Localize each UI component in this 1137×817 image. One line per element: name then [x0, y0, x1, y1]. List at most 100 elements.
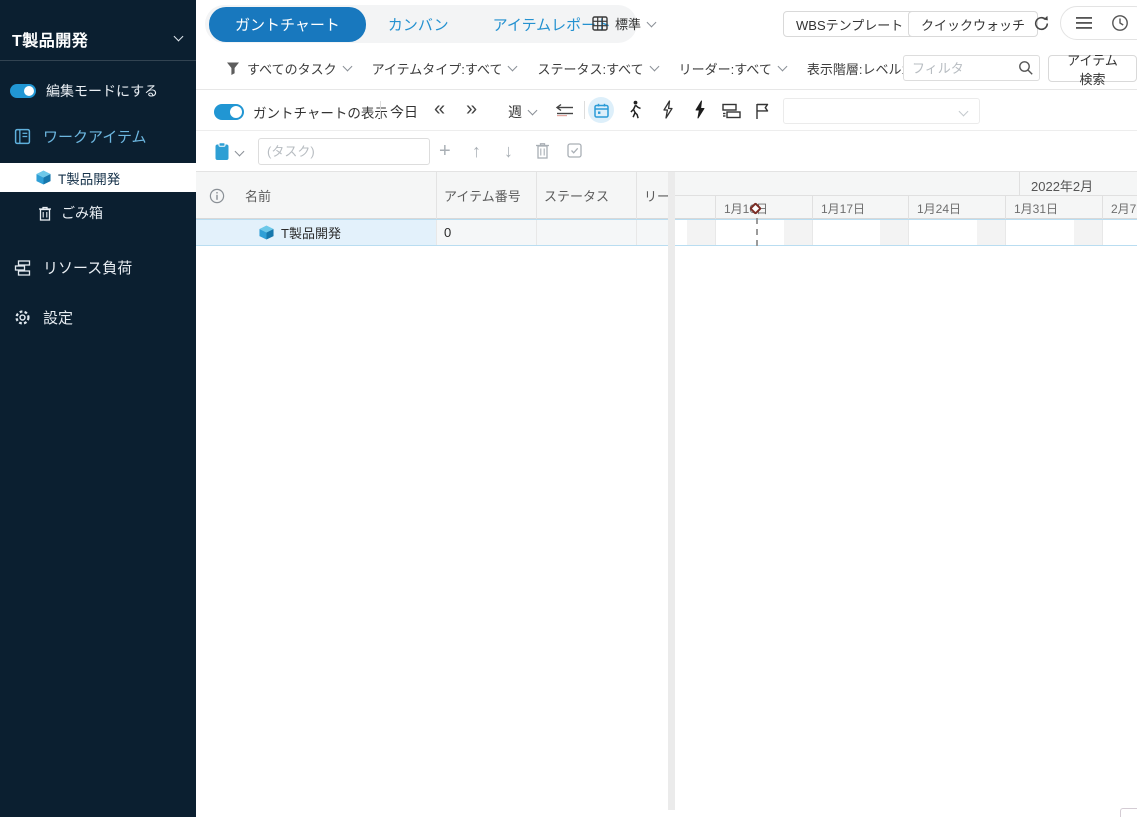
delete-item-icon[interactable]	[535, 142, 550, 159]
table-row[interactable]: T製品開発 0	[196, 219, 1137, 246]
weekend-stripe	[880, 220, 908, 245]
row-status-cell[interactable]	[536, 220, 636, 245]
week-gridline	[715, 220, 716, 245]
info-icon	[209, 188, 225, 204]
leader-dropdown[interactable]: リーダー:すべて	[679, 59, 786, 78]
multi-select-checkbox-icon[interactable]	[567, 143, 582, 158]
cell-divider	[536, 220, 537, 245]
cube-icon	[36, 170, 51, 185]
toggle-switch[interactable]	[10, 84, 36, 98]
chevron-down-icon	[528, 106, 538, 116]
tab-kanban[interactable]: カンバン	[366, 7, 471, 42]
column-divider	[536, 172, 537, 219]
view-preset-selector[interactable]: 標準	[592, 14, 655, 33]
week-label: 2月7日	[1111, 200, 1137, 217]
add-item-icon[interactable]: +	[439, 141, 451, 161]
main-area: ガントチャート カンバン アイテムレポート 標準 WBSテンプレート クイックウ…	[196, 0, 1137, 817]
week-gridline	[1005, 220, 1006, 245]
move-down-icon[interactable]: ↓	[504, 142, 513, 160]
scroll-corner	[1120, 808, 1137, 817]
week-divider	[1102, 196, 1103, 219]
gantt-row-band[interactable]	[673, 220, 1137, 245]
table-gantt-splitter[interactable]	[668, 172, 675, 810]
cube-icon	[259, 225, 274, 240]
menu-icon[interactable]	[1075, 16, 1093, 30]
item-search-button[interactable]: アイテム検索	[1048, 55, 1137, 82]
row-name-cell[interactable]: T製品開発	[196, 220, 436, 245]
weekend-stripe	[687, 220, 715, 245]
display-level-label: 表示階層:レベル1	[807, 59, 909, 78]
refresh-icon[interactable]	[1032, 14, 1051, 33]
info-column-header	[196, 172, 237, 219]
settings-label: 設定	[43, 307, 73, 328]
row-leader-cell[interactable]	[636, 220, 668, 245]
edit-mode-label: 編集モードにする	[46, 81, 158, 101]
tab-gantt-chart[interactable]: ガントチャート	[209, 7, 366, 42]
top-bar: ガントチャート カンバン アイテムレポート 標準 WBSテンプレート クイックウ…	[196, 0, 1137, 47]
item-type-clipboard-icon[interactable]	[214, 142, 230, 161]
week-divider	[908, 196, 909, 219]
sidebar-item-work-items[interactable]: ワークアイテム	[14, 126, 147, 147]
search-icon[interactable]	[1018, 60, 1034, 76]
project-title: T製品開発	[12, 27, 88, 51]
gear-icon	[14, 309, 31, 326]
time-unit-dropdown[interactable]: 週	[508, 102, 536, 122]
bolt-outline-icon[interactable]	[657, 99, 679, 121]
row-name-text: T製品開発	[281, 223, 341, 242]
chevron-down-icon[interactable]	[174, 32, 184, 42]
chevron-down-icon[interactable]	[235, 147, 245, 157]
week-divider	[1005, 196, 1006, 219]
history-clock-icon[interactable]	[1111, 14, 1129, 32]
show-gantt-toggle[interactable]: ガントチャートの表示	[214, 102, 388, 122]
outline-level-icon[interactable]	[554, 100, 576, 122]
bolt-filled-icon[interactable]	[689, 99, 711, 121]
show-gantt-label: ガントチャートの表示	[253, 102, 388, 122]
view-tabs: ガントチャート カンバン アイテムレポート	[205, 5, 637, 43]
week-gridline	[908, 220, 909, 245]
move-up-icon[interactable]: ↑	[472, 142, 481, 160]
sidebar-project-label: T製品開発	[58, 168, 120, 188]
chevron-down-icon	[649, 62, 659, 72]
cell-divider	[436, 220, 437, 245]
quick-watch-button[interactable]: クイックウォッチ	[908, 11, 1038, 37]
toggle-switch[interactable]	[214, 104, 244, 120]
edit-mode-toggle[interactable]: 編集モードにする	[10, 81, 158, 101]
week-divider	[715, 196, 716, 219]
timeline-header-divider	[673, 195, 1137, 196]
name-column-header[interactable]: 名前	[237, 172, 436, 219]
sidebar-item-resource-load[interactable]: リソース負荷	[14, 257, 132, 278]
status-dropdown[interactable]: ステータス:すべて	[537, 59, 657, 78]
month-divider	[1019, 172, 1020, 195]
scroll-left-icon[interactable]: «	[434, 99, 445, 119]
task-filter-dropdown[interactable]: すべてのタスク	[226, 59, 351, 78]
sidebar-item-project[interactable]: T製品開発	[0, 163, 196, 192]
flag-icon[interactable]	[751, 100, 773, 122]
week-label: 1月17日	[821, 200, 865, 217]
sidebar-item-settings[interactable]: 設定	[14, 307, 73, 328]
sidebar-item-trash[interactable]: ごみ箱	[38, 203, 103, 223]
week-gridline	[1102, 220, 1103, 245]
item-type-dropdown[interactable]: アイテムタイプ:すべて	[372, 59, 517, 78]
wbs-template-button[interactable]: WBSテンプレート	[783, 11, 916, 37]
critical-path-walk-icon[interactable]	[624, 99, 646, 121]
calendar-icon[interactable]	[588, 97, 614, 123]
weekend-stripe	[784, 220, 812, 245]
hierarchy-copy-icon[interactable]	[720, 100, 742, 122]
today-button[interactable]: 今日	[390, 102, 418, 122]
trash-label: ごみ箱	[61, 203, 103, 223]
leader-column-header[interactable]: リーダー	[636, 172, 668, 219]
week-label: 1月24日	[917, 200, 961, 217]
today-marker-line	[756, 218, 758, 246]
new-task-input[interactable]	[258, 138, 430, 165]
filter-input-wrap	[903, 55, 1040, 81]
item-number-column-header[interactable]: アイテム番号	[436, 172, 536, 219]
work-items-icon	[14, 128, 31, 145]
baseline-select[interactable]	[783, 98, 980, 124]
chevron-down-icon	[777, 62, 787, 72]
view-preset-label: 標準	[615, 14, 641, 33]
scroll-right-icon[interactable]: »	[466, 99, 477, 119]
status-column-header[interactable]: ステータス	[536, 172, 636, 219]
weekend-stripe	[977, 220, 1005, 245]
row-item-number-cell[interactable]: 0	[436, 220, 536, 245]
chevron-down-icon	[959, 107, 969, 117]
